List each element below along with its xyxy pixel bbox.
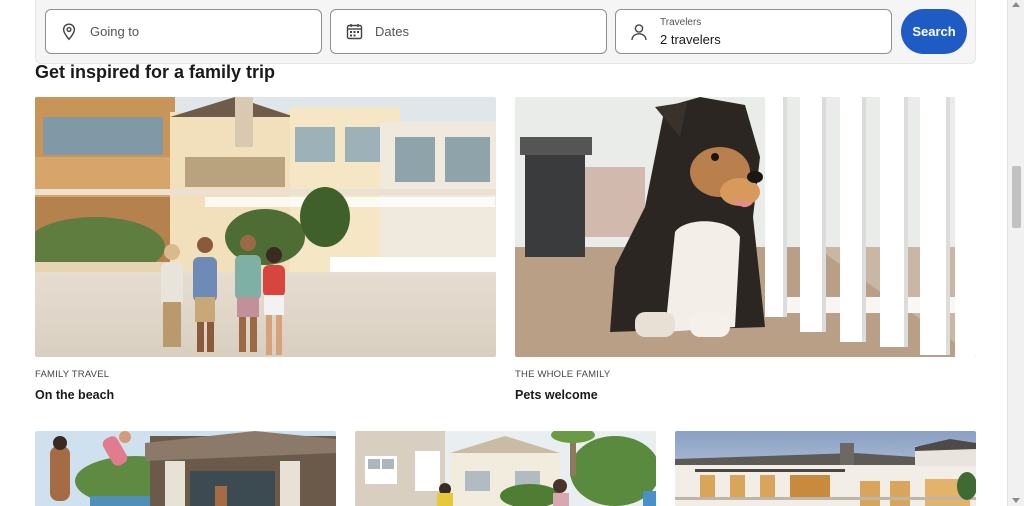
card-pool-fun[interactable] xyxy=(35,431,336,506)
card-kicker: FAMILY TRAVEL xyxy=(35,369,110,380)
location-pin-icon xyxy=(58,21,80,43)
scroll-up-arrow-icon[interactable] xyxy=(1012,2,1020,7)
page-scrollbar[interactable] xyxy=(1007,0,1024,506)
card-beach-house-family[interactable] xyxy=(355,431,656,506)
search-button[interactable]: Search xyxy=(901,9,967,54)
beach-family-image xyxy=(35,97,496,357)
dates-placeholder: Dates xyxy=(375,24,409,39)
going-to-placeholder: Going to xyxy=(90,24,140,39)
search-bar: Going to Dates Travelers 2 travelers Sea… xyxy=(35,0,976,64)
pool-image xyxy=(35,431,336,506)
card-villa[interactable] xyxy=(675,431,976,506)
card-title[interactable]: On the beach xyxy=(35,388,496,402)
travelers-field[interactable]: Travelers 2 travelers xyxy=(615,9,892,54)
villa-image xyxy=(675,431,976,506)
calendar-icon xyxy=(343,21,365,43)
going-to-field[interactable]: Going to xyxy=(45,9,322,54)
beach-house-image xyxy=(355,431,656,506)
card-title[interactable]: Pets welcome xyxy=(515,388,976,402)
card-on-the-beach[interactable]: FAMILY TRAVEL On the beach xyxy=(35,97,496,402)
person-icon xyxy=(628,21,650,43)
section-heading: Get inspired for a family trip xyxy=(35,62,276,82)
scrollbar-thumb[interactable] xyxy=(1012,166,1021,228)
dates-field[interactable]: Dates xyxy=(330,9,607,54)
card-kicker: THE WHOLE FAMILY xyxy=(515,369,611,380)
travelers-value: 2 travelers xyxy=(660,31,721,47)
travelers-label: Travelers xyxy=(660,16,702,28)
dog-porch-image xyxy=(515,97,976,357)
scroll-down-arrow-icon[interactable] xyxy=(1012,498,1020,503)
card-pets-welcome[interactable]: THE WHOLE FAMILY Pets welcome xyxy=(515,97,976,402)
